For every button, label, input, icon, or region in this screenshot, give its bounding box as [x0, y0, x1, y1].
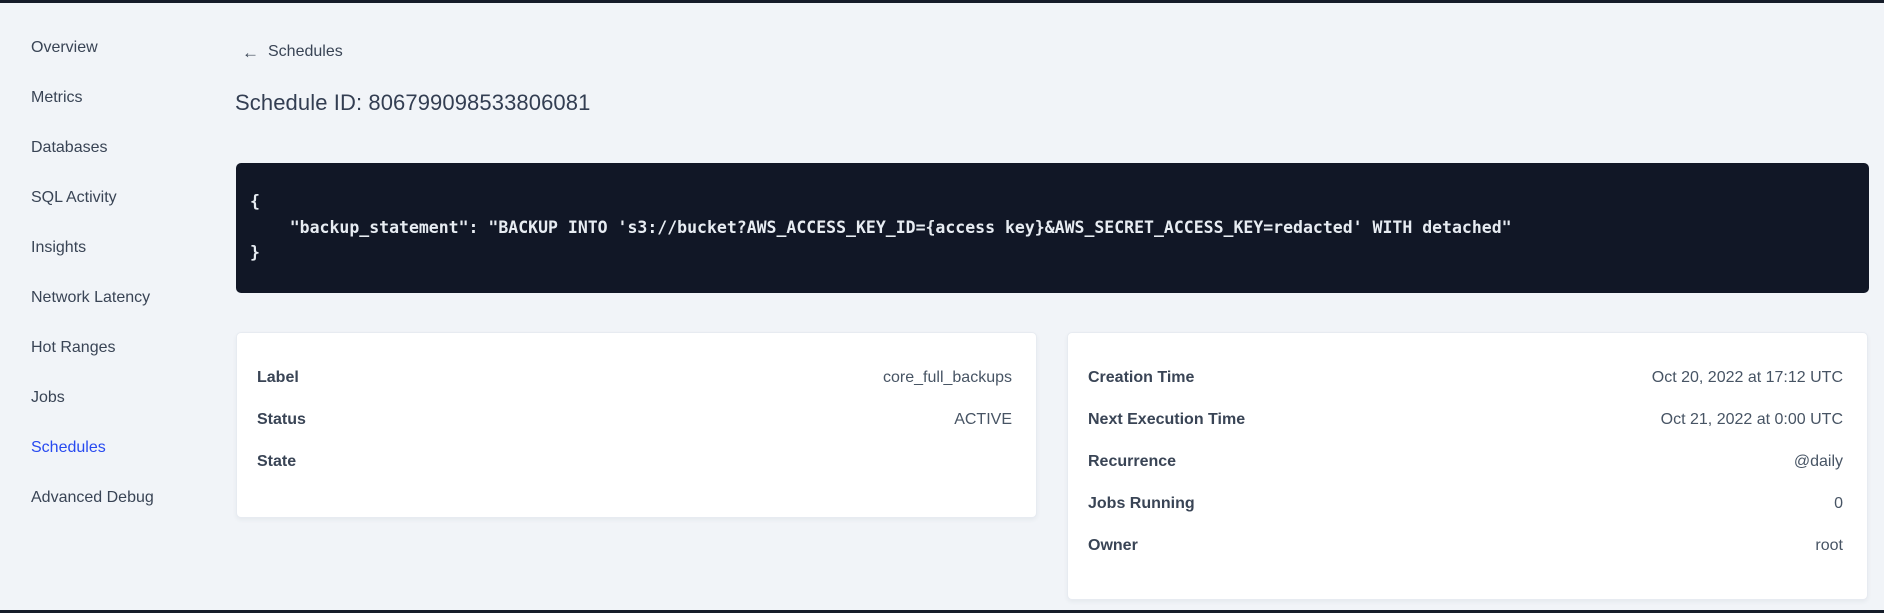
sidebar-item-sql-activity[interactable]: SQL Activity — [31, 187, 201, 209]
schedule-summary-card: Label core_full_backups Status ACTIVE St… — [236, 332, 1037, 518]
row-label: Owner — [1088, 537, 1138, 554]
row-value: 0 — [1834, 495, 1843, 512]
row-value: Oct 21, 2022 at 0:00 UTC — [1660, 411, 1843, 428]
left-arrow-icon: ← — [242, 42, 259, 62]
row-value: root — [1815, 537, 1843, 554]
sidebar-item-schedules[interactable]: Schedules — [31, 437, 201, 459]
summary-row-jobs-running: Jobs Running 0 — [1068, 483, 1867, 525]
schedule-timing-card: Creation Time Oct 20, 2022 at 17:12 UTC … — [1067, 332, 1868, 600]
sidebar-item-metrics[interactable]: Metrics — [31, 87, 201, 109]
row-label: Creation Time — [1088, 369, 1195, 386]
row-value: ACTIVE — [954, 411, 1012, 428]
row-value: Oct 20, 2022 at 17:12 UTC — [1651, 369, 1843, 386]
row-value: @daily — [1793, 453, 1843, 470]
backup-statement-json: { "backup_statement": "BACKUP INTO 's3:/… — [250, 192, 1512, 262]
row-label: State — [257, 453, 297, 470]
sidebar-item-databases[interactable]: Databases — [31, 137, 201, 159]
sidebar-item-jobs[interactable]: Jobs — [31, 387, 201, 409]
sidebar-item-advanced-debug[interactable]: Advanced Debug — [31, 487, 201, 509]
back-link-label: Schedules — [268, 43, 343, 60]
row-label: Jobs Running — [1088, 495, 1195, 512]
row-label: Recurrence — [1088, 453, 1177, 470]
back-to-schedules-link[interactable]: ← Schedules — [242, 43, 343, 61]
sidebar-nav: Overview Metrics Databases SQL Activity … — [31, 37, 201, 537]
sidebar-item-hot-ranges[interactable]: Hot Ranges — [31, 337, 201, 359]
sidebar-item-insights[interactable]: Insights — [31, 237, 201, 259]
summary-row-next-execution-time: Next Execution Time Oct 21, 2022 at 0:00… — [1068, 399, 1867, 441]
summary-row-state: State — [237, 441, 1036, 483]
row-label: Next Execution Time — [1088, 411, 1246, 428]
summary-row-creation-time: Creation Time Oct 20, 2022 at 17:12 UTC — [1068, 357, 1867, 399]
sidebar-item-overview[interactable]: Overview — [31, 37, 201, 59]
summary-row-owner: Owner root — [1068, 525, 1867, 567]
summary-row-status: Status ACTIVE — [237, 399, 1036, 441]
summary-row-label: Label core_full_backups — [237, 357, 1036, 399]
row-label: Status — [257, 411, 306, 428]
row-label: Label — [257, 369, 299, 386]
schedule-statement-code-block: { "backup_statement": "BACKUP INTO 's3:/… — [236, 163, 1869, 293]
top-chrome-edge — [0, 0, 1884, 3]
row-value: core_full_backups — [883, 369, 1012, 386]
summary-row-recurrence: Recurrence @daily — [1068, 441, 1867, 483]
sidebar-item-network-latency[interactable]: Network Latency — [31, 287, 201, 309]
page-title: Schedule ID: 806799098533806081 — [235, 90, 591, 115]
